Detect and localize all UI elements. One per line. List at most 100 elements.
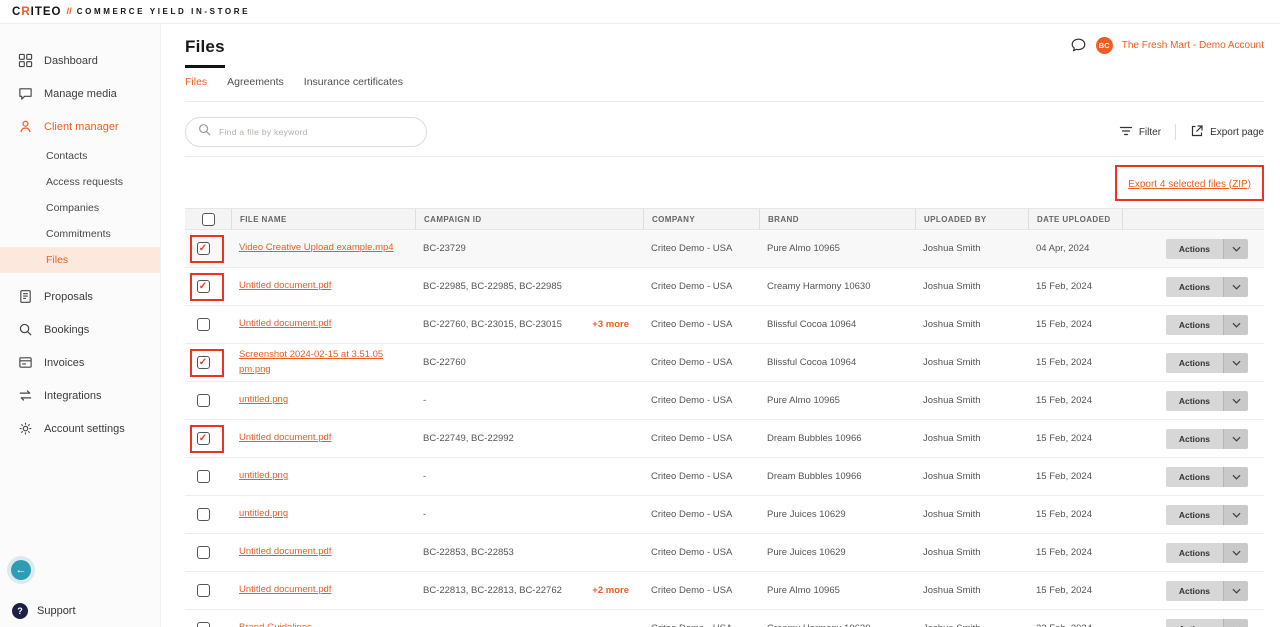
row-checkbox[interactable] <box>197 584 210 597</box>
tab-files[interactable]: Files <box>185 76 207 88</box>
actions-button[interactable]: Actions <box>1166 277 1248 297</box>
row-checkbox[interactable] <box>197 318 210 331</box>
sidebar-item-bookings[interactable]: Bookings <box>0 313 160 346</box>
actions-button[interactable]: Actions <box>1166 619 1248 627</box>
actions-button[interactable]: Actions <box>1166 581 1248 601</box>
dashboard-icon <box>18 53 33 68</box>
chevron-down-icon[interactable] <box>1223 429 1248 449</box>
chevron-down-icon[interactable] <box>1223 391 1248 411</box>
file-name-link[interactable]: Screenshot 2024-02-15 at 3.51.05 pm.png <box>239 348 405 377</box>
search-input[interactable] <box>219 127 414 137</box>
chevron-down-icon[interactable] <box>1223 467 1248 487</box>
sidebar-item-manage-media[interactable]: Manage media <box>0 77 160 110</box>
invoices-icon <box>18 355 33 370</box>
support-label: Support <box>37 605 76 617</box>
sidebar-item-account-settings[interactable]: Account settings <box>0 412 160 445</box>
actions-button[interactable]: Actions <box>1166 391 1248 411</box>
actions-button-label: Actions <box>1166 619 1223 627</box>
uploaded-by: Joshua Smith <box>915 547 1028 558</box>
collapse-sidebar-button[interactable]: ← <box>11 560 31 580</box>
file-name-link[interactable]: untitled.png <box>239 507 288 522</box>
chevron-down-icon[interactable] <box>1223 619 1248 627</box>
chevron-down-icon[interactable] <box>1223 543 1248 563</box>
row-checkbox[interactable] <box>197 546 210 559</box>
actions-cell: Actions <box>1122 581 1264 601</box>
sidebar-item-access-requests[interactable]: Access requests <box>0 169 160 195</box>
chevron-down-icon[interactable] <box>1223 277 1248 297</box>
avatar[interactable]: BC <box>1096 37 1113 54</box>
sidebar-item-client-manager[interactable]: Client manager <box>0 110 160 143</box>
row-checkbox[interactable] <box>197 242 210 255</box>
chat-bubble-icon[interactable] <box>1070 37 1087 54</box>
row-checkbox[interactable] <box>197 356 210 369</box>
export-page-button[interactable]: Export page <box>1190 124 1264 141</box>
table-row: Screenshot 2024-02-15 at 3.51.05 pm.png … <box>185 344 1264 382</box>
toolbar: Filter Export page <box>185 117 1264 147</box>
account-name[interactable]: The Fresh Mart - Demo Account <box>1122 40 1264 51</box>
sidebar-item-contacts[interactable]: Contacts <box>0 143 160 169</box>
file-name-link[interactable]: Untitled document.pdf <box>239 431 331 446</box>
export-selected-link[interactable]: Export 4 selected files (ZIP) <box>1128 179 1251 190</box>
chevron-down-icon[interactable] <box>1223 505 1248 525</box>
sidebar-item-proposals[interactable]: Proposals <box>0 280 160 313</box>
actions-button[interactable]: Actions <box>1166 315 1248 335</box>
file-name-cell: Untitled document.pdf <box>231 545 415 560</box>
file-name-link[interactable]: untitled.png <box>239 469 288 484</box>
actions-button[interactable]: Actions <box>1166 429 1248 449</box>
col-header-company[interactable]: COMPANY <box>643 209 759 229</box>
actions-button[interactable]: Actions <box>1166 353 1248 373</box>
actions-button[interactable]: Actions <box>1166 239 1248 259</box>
row-checkbox[interactable] <box>197 432 210 445</box>
tab-agreements[interactable]: Agreements <box>227 76 284 88</box>
filter-button[interactable]: Filter <box>1119 124 1161 141</box>
col-header-date-uploaded[interactable]: DATE UPLOADED <box>1028 209 1122 229</box>
file-name-link[interactable]: Untitled document.pdf <box>239 545 331 560</box>
support-link[interactable]: ? Support <box>12 603 76 619</box>
file-name-link[interactable]: Untitled document.pdf <box>239 317 331 332</box>
row-checkbox[interactable] <box>197 622 210 627</box>
row-checkbox[interactable] <box>197 280 210 293</box>
row-check-cell <box>185 394 231 407</box>
more-campaigns-link[interactable]: +3 more <box>592 319 629 330</box>
chevron-down-icon[interactable] <box>1223 581 1248 601</box>
file-name-link[interactable]: Untitled document.pdf <box>239 279 331 294</box>
chevron-down-icon[interactable] <box>1223 353 1248 373</box>
actions-button[interactable]: Actions <box>1166 467 1248 487</box>
sidebar-item-commitments[interactable]: Commitments <box>0 221 160 247</box>
file-name-link[interactable]: Untitled document.pdf <box>239 583 331 598</box>
search-box[interactable] <box>185 117 427 147</box>
more-campaigns-link[interactable]: +2 more <box>592 585 629 596</box>
col-header-campaign-id[interactable]: CAMPAIGN ID <box>415 209 643 229</box>
tabs: Files Agreements Insurance certificates <box>185 76 1264 102</box>
sidebar-item-files[interactable]: Files <box>0 247 160 273</box>
tab-insurance-certificates[interactable]: Insurance certificates <box>304 76 403 88</box>
campaign-id: BC-22749, BC-22992 <box>423 433 514 444</box>
chevron-down-icon[interactable] <box>1223 239 1248 259</box>
select-all-checkbox[interactable] <box>202 213 215 226</box>
sidebar-item-companies[interactable]: Companies <box>0 195 160 221</box>
brand: Pure Juices 10629 <box>759 509 915 520</box>
col-header-brand[interactable]: BRAND <box>759 209 915 229</box>
file-name-link[interactable]: Brand Guidelines <box>239 621 312 627</box>
actions-button[interactable]: Actions <box>1166 543 1248 563</box>
file-name-cell: Brand Guidelines <box>231 621 415 627</box>
file-name-link[interactable]: untitled.png <box>239 393 288 408</box>
sidebar-item-dashboard[interactable]: Dashboard <box>0 44 160 77</box>
col-header-file-name[interactable]: FILE NAME <box>231 209 415 229</box>
chevron-down-icon[interactable] <box>1223 315 1248 335</box>
campaign-id-cell: - <box>415 509 643 520</box>
main-content: Files BC The Fresh Mart - Demo Account F… <box>161 24 1280 627</box>
file-name-link[interactable]: Video Creative Upload example.mp4 <box>239 241 394 256</box>
brand: Blissful Cocoa 10964 <box>759 357 915 368</box>
sidebar-item-invoices[interactable]: Invoices <box>0 346 160 379</box>
col-header-uploaded-by[interactable]: UPLOADED BY <box>915 209 1028 229</box>
table-row: Untitled document.pdf BC-22813, BC-22813… <box>185 572 1264 610</box>
actions-button[interactable]: Actions <box>1166 505 1248 525</box>
row-checkbox[interactable] <box>197 470 210 483</box>
row-checkbox[interactable] <box>197 394 210 407</box>
sidebar-item-integrations[interactable]: Integrations <box>0 379 160 412</box>
uploaded-by: Joshua Smith <box>915 319 1028 330</box>
campaign-id: BC-22760 <box>423 357 466 368</box>
row-checkbox[interactable] <box>197 508 210 521</box>
uploaded-by: Joshua Smith <box>915 243 1028 254</box>
